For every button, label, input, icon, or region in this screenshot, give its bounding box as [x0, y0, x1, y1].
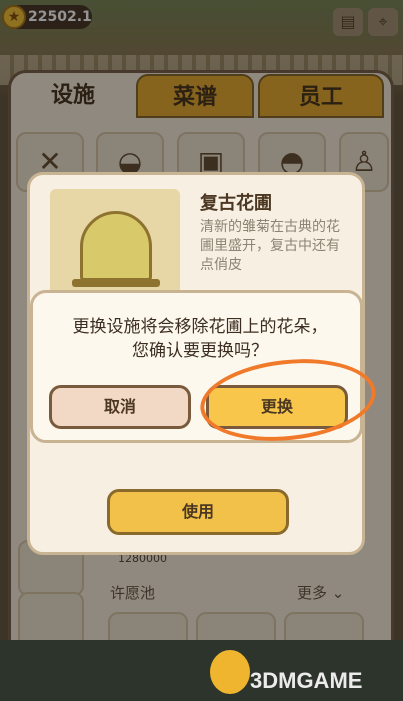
flower-bed-base	[72, 279, 160, 287]
flower-bed-icon	[80, 211, 152, 281]
facility-title: 复古花圃	[200, 193, 272, 214]
watermark-text: 3DMGAME	[250, 668, 363, 693]
confirm-message: 更换设施将会移除花圃上的花朵，您确认要更换吗？	[72, 317, 328, 361]
use-button[interactable]: 使用	[107, 489, 289, 535]
facility-description: 清新的雏菊在古典的花圃里盛开，复古中还有点俏皮	[200, 219, 340, 273]
cancel-button[interactable]: 取消	[49, 385, 191, 429]
watermark-logo	[210, 650, 250, 694]
